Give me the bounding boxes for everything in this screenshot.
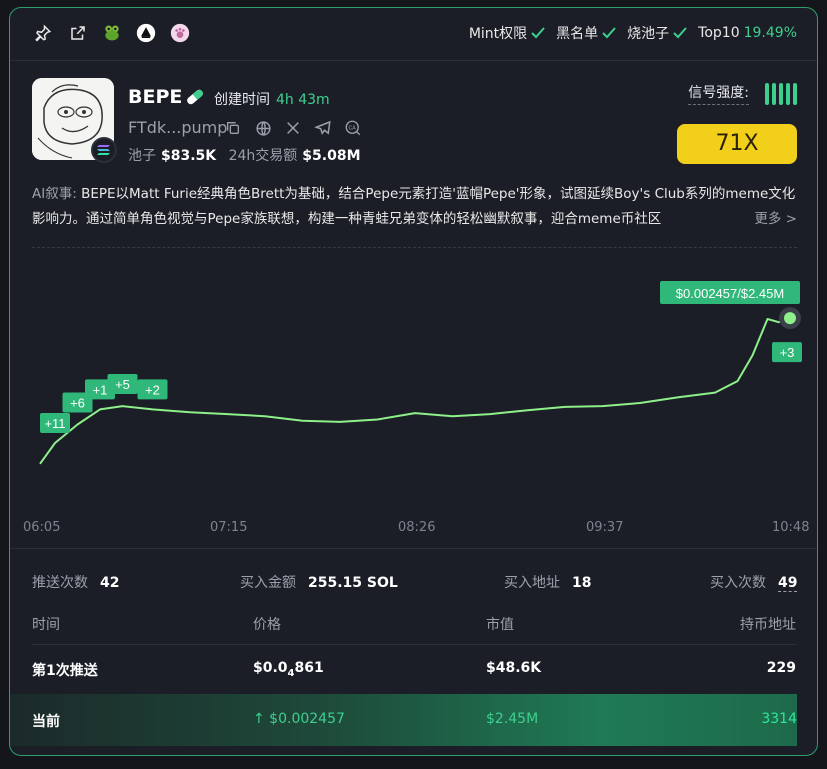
paw-icon[interactable] [168, 21, 192, 45]
x-tick: 07:15 [210, 520, 248, 535]
ai-narrative: AI叙事: BEPE以Matt Furie经典角色Brett为基础，结合Pepe… [32, 186, 796, 227]
external-link-icon[interactable] [66, 21, 90, 45]
check-icon [531, 27, 545, 39]
current-point [784, 312, 796, 325]
current-price: ↑ $0.002457 [253, 711, 345, 727]
risk-flags: Mint权限 黑名单 烧池子 Top10 19.49% [459, 23, 797, 43]
current-row: 当前 ↑ $0.002457 $2.45M 3314 [10, 694, 797, 746]
created-time: 创建时间 4h 43m [214, 92, 330, 108]
token-name: BEPE [128, 86, 183, 108]
token-stats: 池子 $83.5K 24h交易额 $5.08M [128, 148, 361, 164]
flag-burn-pool: 烧池子 [627, 23, 688, 43]
first-push-mcap: $48.6K [486, 660, 542, 676]
push-marker[interactable]: +3 [772, 342, 802, 363]
flag-mint: Mint权限 [469, 23, 546, 43]
pin-icon[interactable] [31, 21, 55, 45]
push-count: 推送次数 42 [32, 575, 120, 591]
current-price-label: $0.002457/$2.45M [660, 281, 800, 304]
divider [32, 644, 797, 645]
token-address[interactable]: FTdk...pump [128, 118, 227, 137]
current-label: 当前 [32, 714, 60, 730]
signal-strength: 信号强度: [688, 82, 797, 105]
signal-bars [765, 82, 797, 105]
marker-label: +11 [44, 416, 65, 431]
token-card: Mint权限 黑名单 烧池子 Top10 19.49% BEPE 创建时间 4h… [9, 7, 818, 756]
first-push-label: 第1次推送 [32, 663, 98, 679]
column-header-time: 时间 [32, 617, 60, 633]
more-link[interactable]: 更多 > [748, 207, 797, 227]
buy-amount: 买入金额 255.15 SOL [240, 575, 398, 591]
check-icon [673, 27, 687, 39]
divider [32, 247, 797, 248]
current-holders: 3314 [761, 711, 797, 727]
flag-blacklist: 黑名单 [556, 23, 617, 43]
check-icon [602, 27, 616, 39]
top-bar: Mint权限 黑名单 烧池子 Top10 19.49% [10, 8, 817, 61]
marker-label: +3 [780, 345, 795, 360]
first-push-holders: 229 [766, 660, 796, 676]
pill-icon [184, 86, 206, 112]
marker-label: +6 [70, 395, 85, 410]
divider [10, 548, 817, 549]
buy-times[interactable]: 买入次数 49 [710, 572, 798, 592]
flag-top10: Top10 19.49% [698, 25, 797, 41]
top10-value: 19.49% [743, 25, 797, 41]
telegram-icon[interactable] [313, 118, 333, 138]
push-marker[interactable]: +11 [40, 413, 70, 434]
copy-icon[interactable] [223, 118, 243, 138]
x-tick: 09:37 [586, 520, 624, 535]
first-push-price: $0.04861 [253, 660, 324, 679]
current-price-text: $0.002457/$2.45M [676, 286, 784, 301]
frog-icon[interactable] [100, 21, 124, 45]
multiplier-badge: 71X [677, 124, 797, 164]
marker-label: +5 [115, 377, 130, 392]
x-icon[interactable] [283, 118, 303, 138]
marker-label: +2 [145, 382, 160, 397]
x-tick: 10:48 [772, 520, 810, 535]
current-mcap: $2.45M [486, 711, 539, 727]
solana-icon [91, 137, 117, 163]
push-marker[interactable]: +5 [107, 374, 138, 395]
column-header-holders: 持币地址 [740, 617, 796, 633]
column-header-price: 价格 [253, 617, 281, 633]
buy-addresses: 买入地址 18 [504, 575, 592, 591]
svg-text:CA: CA [349, 126, 357, 132]
column-header-mcap: 市值 [486, 617, 514, 633]
x-tick: 06:05 [23, 520, 61, 535]
token-avatar[interactable] [32, 78, 117, 163]
ca-icon[interactable]: CA [343, 118, 363, 138]
globe-icon[interactable] [253, 118, 273, 138]
avalanche-icon[interactable] [134, 21, 158, 45]
marker-label: +1 [93, 382, 108, 397]
price-chart: +11 +6 +1 +5 +2 +3 $0.002457/$2.45M [39, 281, 802, 465]
x-tick: 08:26 [398, 520, 436, 535]
push-marker[interactable]: +2 [137, 379, 168, 400]
